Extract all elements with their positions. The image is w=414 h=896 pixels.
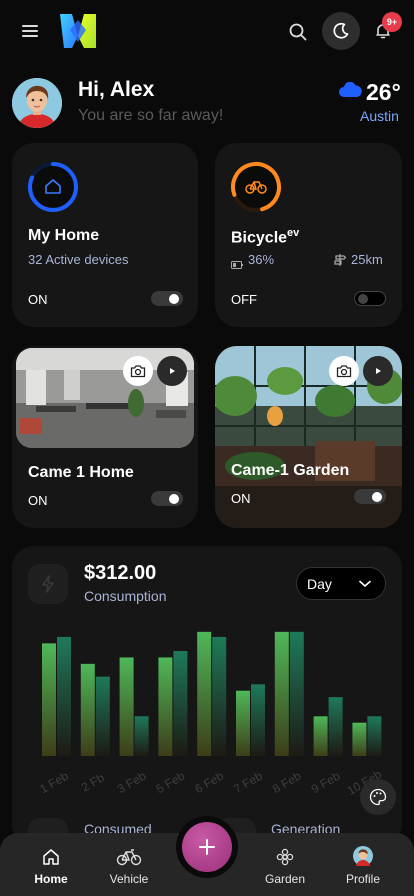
range-icon	[333, 253, 347, 272]
nav-vehicle-label: Vehicle	[109, 872, 149, 886]
app-logo	[58, 12, 98, 50]
camera-home-card[interactable]: Came 1 Home ON	[12, 346, 198, 528]
notification-count: 9+	[386, 17, 398, 27]
bar-consumed-7	[313, 716, 328, 756]
home-progress-ring	[27, 161, 79, 213]
bar-generation-1	[95, 676, 110, 756]
chevron-down-icon	[359, 580, 371, 587]
plus-icon	[199, 839, 215, 855]
moon-icon	[333, 22, 349, 39]
home-icon	[43, 849, 59, 865]
camera-home-state: ON	[28, 493, 48, 508]
nav-home-label: Home	[34, 872, 68, 886]
home-state: ON	[28, 292, 48, 307]
camera-garden-play-button[interactable]	[363, 356, 393, 386]
nav-garden-label: Garden	[264, 872, 306, 886]
bicycle-toggle[interactable]	[354, 291, 386, 306]
battery-icon	[231, 256, 243, 274]
bar-generation-7	[328, 697, 343, 756]
camera-garden-state: ON	[231, 491, 251, 506]
consumption-amount: $312.00	[84, 562, 157, 584]
bar-consumed-2	[119, 657, 134, 756]
x-tick-label-3: 5 Feb	[154, 769, 188, 797]
consumption-chart: 1 Feb 2 Fb 3 Feb 5 Feb 6 Feb 7 Feb 8 Feb 9 Feb 1…	[37, 631, 384, 798]
bar-generation-8	[367, 716, 382, 756]
battery-value: 36%	[248, 252, 275, 267]
avatar	[353, 846, 373, 866]
bar-consumed-5	[236, 690, 250, 756]
bar-generation-6	[289, 631, 304, 756]
palette-icon	[369, 788, 387, 806]
bicycle-title: Bicycleev	[231, 227, 299, 247]
bar-generation-4	[212, 636, 227, 756]
camera-garden-snapshot-button[interactable]	[329, 356, 359, 386]
camera-home-snapshot-button[interactable]	[123, 356, 153, 386]
camera-garden-toggle[interactable]	[354, 489, 386, 504]
greeting-title: Hi, Alex	[78, 78, 155, 101]
bar-consumed-6	[274, 631, 289, 756]
cloud-icon	[338, 81, 362, 98]
search-icon[interactable]	[286, 20, 310, 44]
palette-button[interactable]	[360, 779, 396, 815]
camera-garden-card[interactable]: Came-1 Garden ON	[215, 346, 402, 528]
home-title: My Home	[28, 227, 100, 244]
menu-icon[interactable]	[20, 20, 42, 42]
period-value: Day	[307, 575, 332, 592]
bicycle-progress-ring	[230, 161, 282, 213]
bicycle-title-text: Bicycle	[231, 229, 288, 247]
range-value: 25km	[351, 252, 383, 267]
camera-home-toggle[interactable]	[151, 491, 183, 506]
bar-consumed-3	[158, 657, 173, 756]
home-card[interactable]: My Home 32 Active devices ON	[12, 143, 198, 327]
bar-generation-3	[173, 651, 188, 756]
consumption-label: Consumption	[84, 588, 167, 604]
camera-icon	[130, 365, 146, 378]
bar-consumed-8	[352, 722, 367, 756]
bar-generation-0	[57, 636, 71, 756]
flower-icon	[276, 848, 294, 866]
greeting-subtitle: You are so far away!	[78, 107, 224, 124]
bolt-icon	[42, 575, 54, 593]
x-tick-label-0: 1 Feb	[37, 769, 71, 797]
notification-badge: 9+	[382, 12, 402, 32]
play-icon	[170, 368, 175, 374]
home-subtitle: 32 Active devices	[28, 252, 129, 267]
camera-home-title: Came 1 Home	[28, 464, 134, 481]
avatar[interactable]	[12, 78, 62, 128]
home-toggle[interactable]	[151, 291, 183, 306]
x-tick-label-6: 8 Feb	[270, 769, 304, 797]
nav-home[interactable]: Home	[16, 848, 86, 886]
camera-garden-title: Came-1 Garden	[231, 462, 350, 479]
camera-icon	[336, 365, 352, 378]
consumption-panel: $312.00 Consumption Day 1 Feb 2 Fb 3 Feb 5 …	[12, 546, 402, 846]
bicycle-state: OFF	[231, 292, 257, 307]
nav-profile[interactable]: Profile	[328, 846, 398, 886]
camera-home-play-button[interactable]	[157, 356, 187, 386]
bar-consumed-4	[197, 631, 212, 756]
bicycle-title-sup: ev	[287, 227, 300, 239]
bicycle-card[interactable]: Bicycleev 36% 25km OFF	[215, 143, 402, 327]
nav-vehicle[interactable]: Vehicle	[94, 848, 164, 886]
bicycle-icon	[116, 849, 142, 866]
play-icon	[376, 368, 381, 374]
city: Austin	[360, 108, 399, 124]
bolt-icon-box	[28, 564, 68, 604]
bar-consumed-1	[80, 663, 95, 756]
bar-generation-2	[134, 716, 149, 756]
x-tick-label-2: 3 Feb	[115, 769, 149, 797]
x-tick-label-7: 9 Feb	[309, 769, 343, 797]
add-fab[interactable]	[182, 822, 232, 872]
bar-consumed-0	[42, 643, 56, 756]
nav-profile-label: Profile	[345, 872, 380, 886]
period-select[interactable]: Day	[296, 567, 386, 600]
bar-generation-5	[251, 684, 265, 756]
x-tick-label-1: 2 Fb	[79, 770, 107, 794]
dark-mode-toggle[interactable]	[322, 12, 360, 50]
nav-garden[interactable]: Garden	[250, 848, 320, 886]
temperature: 26°	[366, 79, 401, 105]
x-tick-label-4: 6 Feb	[192, 769, 226, 797]
x-tick-label-5: 7 Feb	[231, 769, 265, 797]
